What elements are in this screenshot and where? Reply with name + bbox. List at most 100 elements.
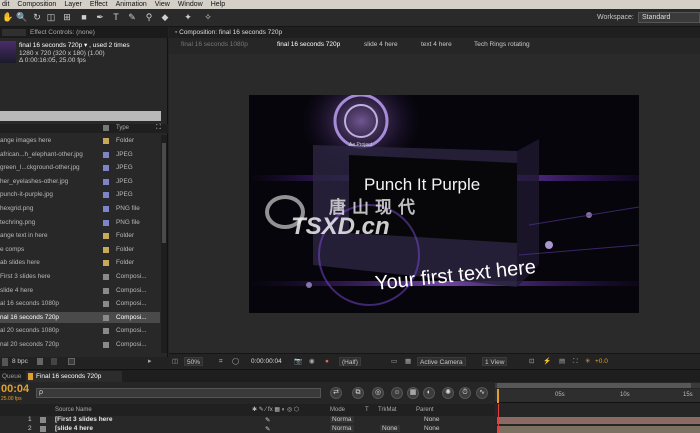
menu-edit[interactable]: dit — [0, 1, 15, 8]
zoom-tool-icon[interactable]: 🔍 — [16, 12, 27, 23]
source-name-header[interactable]: Source Name — [55, 407, 92, 413]
pan-behind-tool-icon[interactable]: ⊞ — [62, 12, 72, 23]
label-color-swatch[interactable] — [103, 233, 109, 240]
label-color-swatch[interactable] — [103, 219, 109, 226]
scroll-right-icon[interactable]: ▸ — [148, 357, 152, 365]
label-color-swatch[interactable] — [103, 274, 109, 280]
label-column-icon[interactable] — [103, 125, 109, 131]
project-item-row[interactable]: nal 16 seconds 720p Composi... — [0, 311, 160, 324]
project-item-row[interactable]: green_l...ckground-other.jpg JPEG — [0, 162, 160, 174]
choose-grid-icon[interactable]: ⌗ — [219, 357, 223, 366]
menu-effect[interactable]: Effect — [88, 1, 114, 8]
layer-trkmat-dropdown[interactable]: None — [380, 425, 400, 432]
layer-name[interactable]: [slide 4 here — [55, 425, 93, 432]
layer-duration-bar[interactable] — [497, 417, 700, 424]
label-color-swatch[interactable] — [103, 287, 109, 294]
live-update-icon[interactable]: ⧉ — [352, 387, 364, 399]
exposure-icon[interactable]: ✳ — [585, 357, 590, 366]
project-item-row[interactable]: hexgrid.png PNG file — [0, 203, 160, 215]
project-item-row[interactable]: nal 20 seconds 720p Composi... — [0, 339, 160, 351]
layer-switch-pencil-icon[interactable]: ✎ — [265, 425, 270, 433]
project-scrollbar[interactable] — [161, 135, 167, 353]
menu-window[interactable]: Window — [176, 1, 209, 8]
project-scrollbar-thumb[interactable] — [162, 143, 166, 243]
pen-tool-icon[interactable]: ✒ — [95, 12, 105, 23]
camera-tool-icon[interactable]: ◫ — [46, 12, 56, 23]
work-area-bar[interactable] — [495, 383, 700, 388]
rotate-tool-icon[interactable]: ↻ — [32, 12, 42, 23]
menu-view[interactable]: View — [153, 1, 176, 8]
work-area-range[interactable] — [497, 383, 691, 388]
fast-previews-icon[interactable]: ⚡ — [543, 357, 551, 366]
current-time-display[interactable]: 0:00:00:04 — [251, 357, 282, 366]
show-snapshot-icon[interactable]: ◉ — [309, 357, 315, 366]
current-time-indicator[interactable] — [497, 389, 499, 403]
roto-brush-tool-icon[interactable]: ✦ — [183, 12, 193, 23]
tab-render-queue[interactable]: Queue — [2, 373, 22, 380]
new-folder-icon[interactable] — [51, 358, 57, 365]
nav-tab-1080p[interactable]: final 16 seconds 1080p — [181, 41, 248, 48]
rectangle-tool-icon[interactable]: ■ — [79, 12, 89, 23]
label-color-swatch[interactable] — [103, 314, 109, 321]
project-item-row[interactable]: slide 4 here Composi... — [0, 285, 160, 297]
toggle-pixel-aspect-icon[interactable]: ⊡ — [529, 357, 534, 366]
graph-editor-icon[interactable]: ∿ — [476, 387, 488, 399]
trash-icon[interactable] — [37, 358, 43, 365]
text-tool-icon[interactable]: T — [111, 12, 121, 23]
project-item-row[interactable]: ab slides here Folder — [0, 257, 160, 269]
nav-tab-720p[interactable]: final 16 seconds 720p — [277, 41, 340, 48]
time-ruler[interactable]: 05s 10s 15s — [495, 383, 700, 403]
switches-header-icons[interactable]: ✱ ✎ ⁄ fx ▦ ◐ ◎ ⬡ — [252, 406, 299, 413]
label-color-swatch[interactable] — [103, 246, 109, 253]
composition-panel-tab[interactable]: ▪ Composition: final 16 seconds 720p — [175, 29, 282, 36]
nav-tab-slide-4[interactable]: slide 4 here — [364, 41, 398, 48]
resolution-dropdown[interactable]: (Half) — [339, 357, 361, 366]
menu-composition[interactable]: Composition — [15, 1, 62, 8]
composition-frame[interactable]: Ae Project Punch It Purple Your first te… — [249, 95, 639, 313]
project-item-row[interactable]: ange text in here Folder — [0, 230, 160, 242]
flowchart-view-icon[interactable]: ⛶ — [573, 357, 578, 366]
label-color-swatch[interactable] — [103, 138, 109, 144]
nav-tab-text-4[interactable]: text 4 here — [421, 41, 452, 48]
t-header[interactable]: T — [365, 407, 369, 413]
comp-mini-flowchart-icon[interactable]: ⇄ — [330, 387, 342, 399]
toggle-mask-icon[interactable]: ◯ — [232, 357, 239, 366]
layer-parent-dropdown[interactable]: None — [424, 425, 440, 432]
tab-effect-controls[interactable]: Effect Controls: (none) — [30, 29, 95, 36]
tab-project[interactable] — [2, 29, 26, 36]
menu-animation[interactable]: Animation — [114, 1, 153, 8]
timeline-icon[interactable]: ▤ — [559, 357, 565, 366]
layer-row[interactable]: 2 [slide 4 here ✎ Norma None None — [0, 425, 495, 433]
bit-depth-button[interactable]: 8 bpc — [12, 358, 28, 365]
project-item-row[interactable]: e comps Folder — [0, 244, 160, 256]
flowchart-icon[interactable]: ⛶ — [156, 124, 161, 132]
hide-shy-layers-icon[interactable]: ☺ — [391, 387, 403, 399]
trkmat-header[interactable]: TrkMat — [378, 407, 396, 413]
always-preview-icon[interactable]: ◫ — [172, 357, 178, 366]
clone-stamp-tool-icon[interactable]: ⚲ — [144, 12, 154, 23]
layer-duration-bar[interactable] — [497, 426, 700, 433]
magnification-dropdown[interactable]: 50% — [184, 357, 204, 366]
layer-parent-dropdown[interactable]: None — [424, 416, 440, 423]
brush-tool-icon[interactable]: ✎ — [127, 12, 137, 23]
auto-keyframe-icon[interactable]: ⏱ — [459, 387, 471, 399]
label-color-swatch[interactable] — [103, 165, 109, 172]
project-item-row[interactable]: al 16 seconds 1080p Composi... — [0, 298, 160, 310]
eraser-tool-icon[interactable]: ◆ — [160, 12, 170, 23]
draft-3d-icon[interactable]: ◎ — [372, 387, 384, 399]
brainstorm-icon[interactable]: ✺ — [442, 387, 454, 399]
timeline-search-input[interactable]: ρ — [36, 388, 321, 398]
project-item-row[interactable]: First 3 slides here Composi... — [0, 271, 160, 283]
project-item-row[interactable]: ange images here Folder — [0, 135, 160, 147]
label-color-swatch[interactable] — [103, 301, 109, 308]
label-color-swatch[interactable] — [103, 192, 109, 199]
label-color-swatch[interactable] — [103, 178, 109, 185]
motion-blur-icon[interactable]: ◐ — [423, 387, 435, 399]
hand-tool-icon[interactable]: ✋ — [2, 12, 13, 23]
new-composition-icon[interactable] — [68, 358, 75, 365]
label-color-swatch[interactable] — [103, 260, 109, 267]
project-item-row[interactable]: al 20 seconds 1080p Composi... — [0, 325, 160, 337]
show-channel-icon[interactable]: ● — [325, 357, 329, 366]
menu-layer[interactable]: Layer — [62, 1, 88, 8]
project-item-row[interactable]: punch-it-purple.jpg JPEG — [0, 189, 160, 201]
